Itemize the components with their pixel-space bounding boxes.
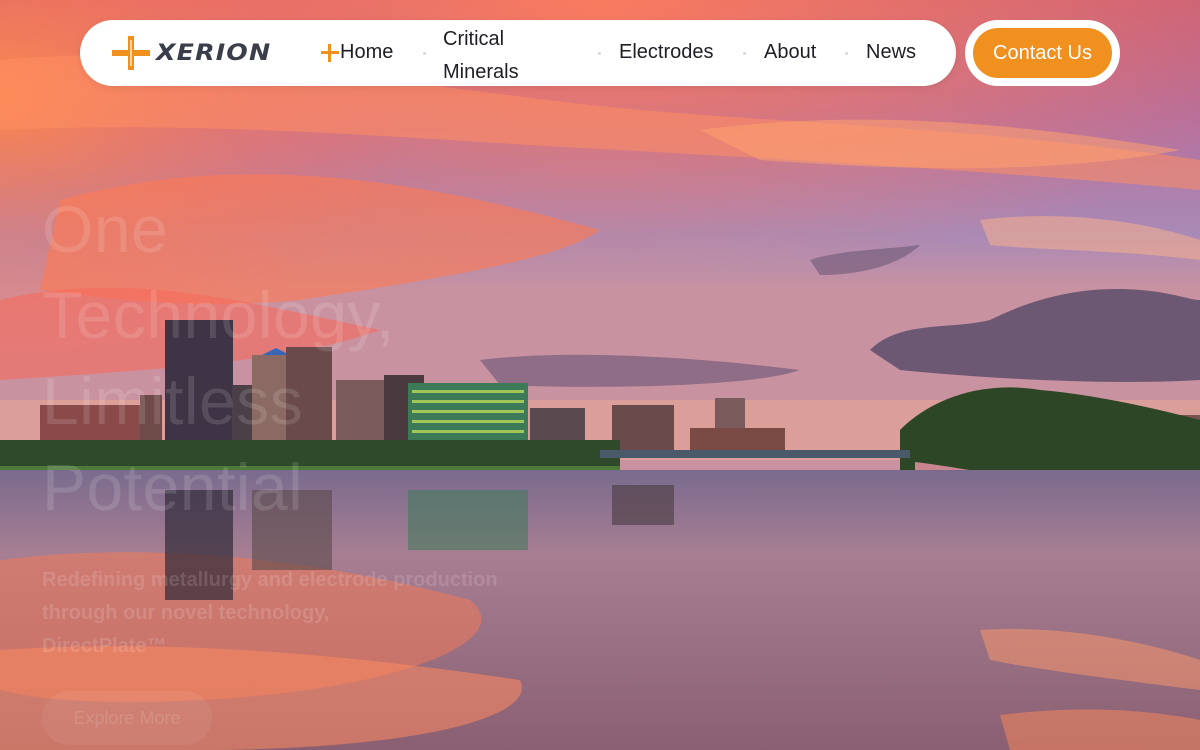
hero-subtitle-text: Redefining metallurgy and electrode prod… bbox=[42, 569, 498, 624]
hero-title-line: One bbox=[42, 192, 169, 266]
hero-subtitle: Redefining metallurgy and electrode prod… bbox=[42, 564, 502, 663]
hero-section: One Technology, Limitless Potential Rede… bbox=[42, 186, 562, 745]
brand-name: XERION bbox=[156, 40, 272, 66]
xerion-plus-mark-icon bbox=[112, 36, 150, 70]
hero-title-line: Potential bbox=[42, 450, 304, 524]
contact-us-button[interactable]: Contact Us bbox=[973, 28, 1112, 78]
hero-title-line: Technology, bbox=[42, 278, 395, 352]
contact-button-container: Contact Us bbox=[965, 20, 1120, 86]
plus-icon bbox=[321, 43, 339, 62]
nav-item-critical-minerals[interactable]: Critical Minerals bbox=[443, 23, 563, 89]
hero-title-line: Limitless bbox=[42, 364, 304, 438]
main-navigation: XERION Home Critical Minerals Electrodes… bbox=[80, 20, 956, 86]
nav-separator bbox=[423, 52, 426, 55]
nav-separator bbox=[743, 52, 746, 55]
hero-title: One Technology, Limitless Potential bbox=[42, 186, 562, 530]
nav-item-news[interactable]: News bbox=[866, 36, 916, 69]
nav-separator bbox=[845, 52, 848, 55]
nav-item-electrodes[interactable]: Electrodes bbox=[619, 36, 714, 69]
nav-item-about[interactable]: About bbox=[764, 36, 816, 69]
brand-logo[interactable]: XERION bbox=[112, 36, 270, 70]
hero-tech-name: DirectPlate™ bbox=[42, 635, 167, 657]
explore-more-button[interactable]: Explore More bbox=[42, 691, 212, 745]
nav-item-home[interactable]: Home bbox=[320, 36, 393, 69]
nav-item-label: Home bbox=[340, 41, 394, 63]
nav-separator bbox=[598, 52, 601, 55]
